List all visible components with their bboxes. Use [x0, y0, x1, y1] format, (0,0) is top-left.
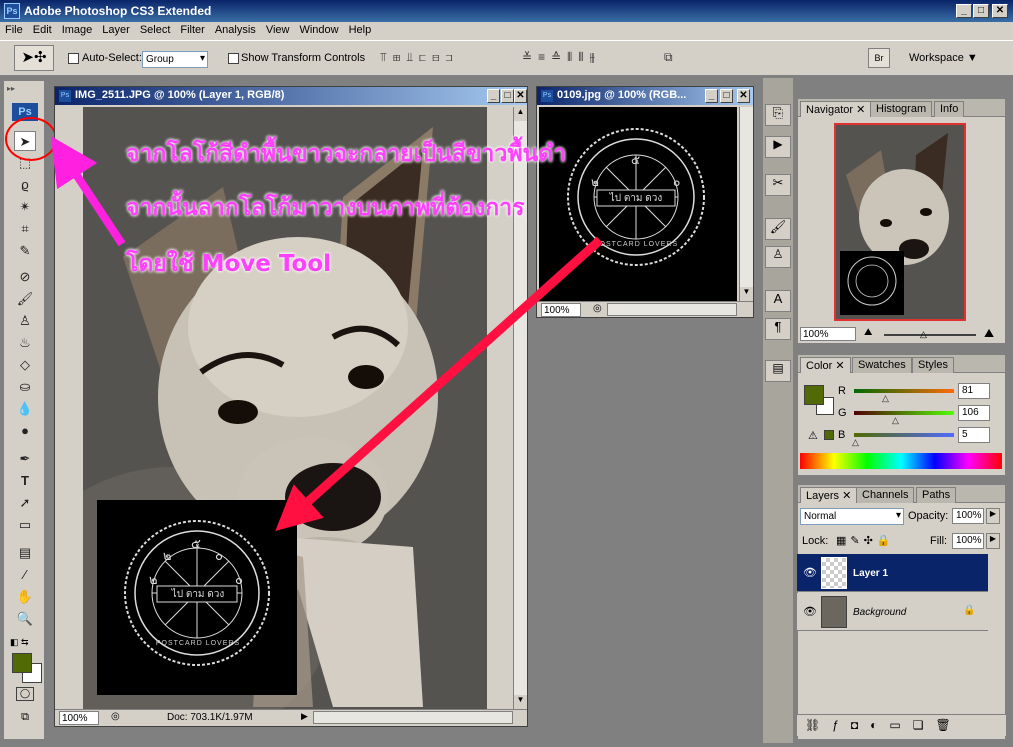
tab-swatches[interactable]: Swatches	[852, 357, 912, 373]
tool-presets-panel-icon[interactable]: ✂	[765, 174, 791, 196]
delete-layer-icon[interactable]: 🗑	[936, 718, 963, 732]
zoom-in-icon[interactable]: ⛰	[984, 326, 994, 341]
background-thumbnail	[821, 596, 847, 628]
tab-navigator[interactable]: Navigator ✕	[800, 101, 872, 117]
fill-arrow-icon[interactable]: ▶	[986, 533, 1000, 549]
lock-icons[interactable]: ▦✎✣🔒	[836, 534, 895, 547]
r-value[interactable]: 81	[958, 383, 990, 399]
layer1-thumbnail	[821, 557, 847, 589]
new-layer-icon[interactable]: ❏	[913, 718, 936, 732]
navigator-tabs: Navigator ✕ Histogram Info	[798, 99, 1005, 117]
magenta-arrow	[50, 135, 126, 247]
b-slider-thumb[interactable]: △	[852, 437, 859, 448]
clone-source-panel-icon[interactable]: ♙	[765, 246, 791, 268]
character-panel-icon[interactable]: A	[765, 290, 791, 312]
r-label: R	[838, 385, 846, 397]
r-slider[interactable]	[854, 389, 954, 393]
layers-footer: ⛓ƒ◘◐▭❏🗑	[797, 714, 1006, 736]
layer-name[interactable]: Layer 1	[853, 568, 888, 579]
tab-channels[interactable]: Channels	[856, 487, 915, 503]
lock-position-icon[interactable]: ✣	[864, 535, 877, 547]
brushes-panel-icon[interactable]: 🖌	[765, 218, 791, 240]
layer-row-layer1[interactable]: 👁 Layer 1	[797, 554, 988, 592]
navigator-zoom-field[interactable]: 100%	[800, 327, 856, 341]
layer-lock-icon: 🔒	[963, 605, 976, 616]
actions-panel-icon[interactable]: ▶	[765, 136, 791, 158]
history-panel-icon[interactable]: ⎘	[765, 104, 791, 126]
paragraph-panel-icon[interactable]: ¶	[765, 318, 791, 340]
zoom-out-icon[interactable]: ⛰	[864, 327, 872, 338]
gamut-warning-icon[interactable]: ⚠	[808, 429, 818, 442]
g-slider-thumb[interactable]: △	[892, 415, 899, 426]
opacity-arrow-icon[interactable]: ▶	[986, 508, 1000, 524]
blend-mode-value: Normal	[804, 511, 837, 522]
link-layers-icon[interactable]: ⛓	[805, 718, 832, 732]
lock-label: Lock:	[802, 535, 829, 547]
tab-color[interactable]: Color ✕	[800, 357, 851, 373]
layer-comps-panel-icon[interactable]: ▤	[765, 360, 791, 382]
visibility-eye-icon[interactable]: 👁	[803, 566, 817, 579]
opacity-label: Opacity:	[908, 510, 949, 522]
visibility-eye-icon[interactable]: 👁	[803, 605, 817, 618]
layers-tabs: Layers ✕ Channels Paths	[798, 485, 1005, 503]
new-group-icon[interactable]: ▭	[889, 718, 912, 732]
b-value[interactable]: 5	[958, 427, 990, 443]
fill-label: Fill:	[930, 535, 948, 547]
tab-paths[interactable]: Paths	[916, 487, 957, 503]
b-label: B	[838, 429, 846, 441]
red-arrow	[275, 236, 604, 532]
opacity-value[interactable]: 100%	[952, 508, 984, 524]
zoom-slider[interactable]	[884, 334, 976, 336]
g-slider[interactable]	[854, 411, 954, 415]
layer-name[interactable]: Background	[853, 607, 906, 618]
tab-layers[interactable]: Layers ✕	[800, 487, 858, 503]
navigator-preview[interactable]	[834, 123, 966, 321]
color-ramp[interactable]	[800, 453, 1002, 469]
tab-styles[interactable]: Styles	[912, 357, 954, 373]
g-value[interactable]: 106	[958, 405, 990, 421]
color-foreground-swatch[interactable]	[804, 385, 824, 405]
panel-dock-icons: ⎘ ▶ ✂ 🖌 ♙ A ¶ ▤	[763, 78, 793, 743]
r-slider-thumb[interactable]: △	[882, 393, 889, 404]
fill-value[interactable]: 100%	[952, 533, 984, 549]
gamut-color-swatch[interactable]	[824, 430, 834, 440]
adjustment-layer-icon[interactable]: ◐	[870, 718, 889, 732]
tab-histogram[interactable]: Histogram	[870, 101, 933, 117]
navigator-thumbnail	[836, 125, 964, 319]
b-slider[interactable]	[854, 433, 954, 437]
lock-pixels-icon[interactable]: ✎	[850, 535, 863, 547]
g-label: G	[838, 407, 847, 419]
chevron-down-icon: ▾	[895, 510, 901, 521]
zoom-slider-thumb[interactable]: △	[920, 329, 927, 340]
color-tabs: Color ✕ Swatches Styles	[798, 355, 1005, 373]
layer-row-background[interactable]: 👁 Background 🔒	[797, 593, 988, 631]
blend-mode-dropdown[interactable]: Normal ▾	[800, 508, 904, 525]
add-mask-icon[interactable]: ◘	[851, 718, 870, 732]
lock-all-icon[interactable]: 🔒	[877, 535, 895, 547]
color-panel: Color ✕ Swatches Styles R △ 81 G △ 106 ⚠…	[797, 354, 1006, 476]
lock-transparency-icon[interactable]: ▦	[836, 535, 850, 547]
navigator-panel: Navigator ✕ Histogram Info 100% ⛰ △ ⛰	[797, 98, 1006, 344]
tab-info[interactable]: Info	[934, 101, 965, 117]
layer-style-icon[interactable]: ƒ	[832, 718, 851, 732]
